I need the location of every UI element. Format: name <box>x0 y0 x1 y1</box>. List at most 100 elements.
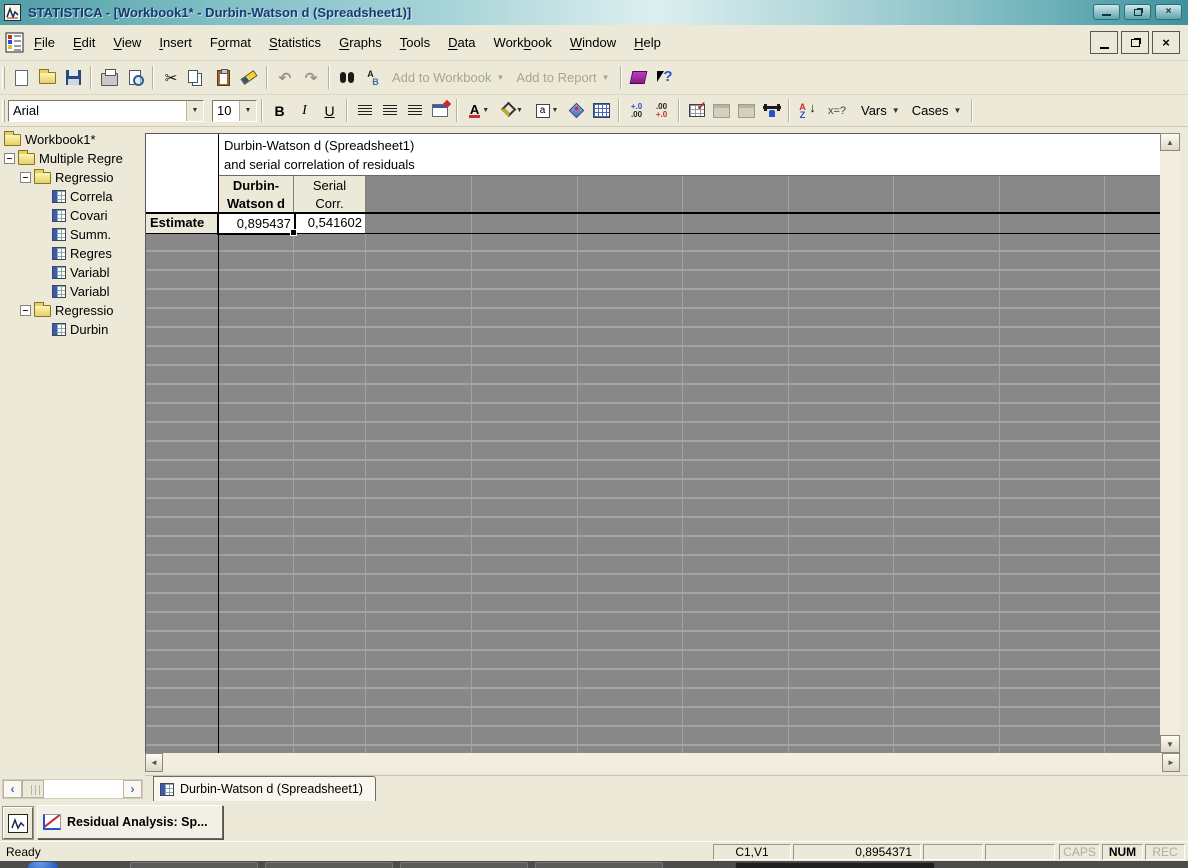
close-button[interactable]: × <box>1155 4 1182 20</box>
empty-cell[interactable] <box>894 499 1000 516</box>
empty-column-header[interactable] <box>1000 176 1105 214</box>
empty-cell[interactable] <box>146 404 219 421</box>
empty-cell[interactable] <box>894 423 1000 440</box>
empty-cell[interactable] <box>294 309 366 326</box>
empty-cell[interactable] <box>146 556 219 573</box>
empty-cell[interactable] <box>1000 708 1105 725</box>
empty-cell[interactable] <box>146 347 219 364</box>
empty-cell[interactable] <box>683 651 789 668</box>
empty-cell[interactable] <box>683 423 789 440</box>
tree-horizontal-scrollbar[interactable]: ‹ › <box>2 779 143 799</box>
empty-cell[interactable] <box>294 746 366 753</box>
empty-cell[interactable] <box>472 252 578 269</box>
empty-cell[interactable] <box>472 613 578 630</box>
empty-cell[interactable] <box>789 309 894 326</box>
empty-cell[interactable] <box>789 651 894 668</box>
empty-cell[interactable] <box>683 366 789 383</box>
empty-cell[interactable] <box>1105 575 1160 592</box>
empty-cell[interactable] <box>219 480 294 497</box>
empty-cell[interactable] <box>472 385 578 402</box>
empty-cell[interactable] <box>578 556 683 573</box>
empty-cell[interactable] <box>366 366 472 383</box>
empty-cell[interactable] <box>219 290 294 307</box>
empty-cell[interactable] <box>472 423 578 440</box>
menu-tools[interactable]: Tools <box>391 31 439 54</box>
tree-collapse-icon[interactable] <box>4 153 15 164</box>
empty-cell[interactable] <box>789 594 894 611</box>
column-header-serial-corr[interactable]: Serial Corr. <box>294 176 366 214</box>
empty-cell[interactable] <box>683 290 789 307</box>
empty-cell[interactable] <box>472 309 578 326</box>
empty-cell[interactable] <box>294 252 366 269</box>
empty-cell[interactable] <box>219 632 294 649</box>
empty-cell[interactable] <box>1000 613 1105 630</box>
restore-button[interactable] <box>1124 4 1151 20</box>
toolbar-grip[interactable] <box>2 66 5 89</box>
empty-cell[interactable] <box>146 385 219 402</box>
empty-cell[interactable] <box>894 404 1000 421</box>
empty-cell[interactable] <box>366 613 472 630</box>
cut-icon[interactable]: ✂ <box>158 65 184 90</box>
empty-cell[interactable] <box>578 499 683 516</box>
empty-cell[interactable] <box>146 537 219 554</box>
font-size-select[interactable]: 10 ▼ <box>212 99 257 122</box>
empty-cell[interactable] <box>219 309 294 326</box>
column-header-durbin-watson[interactable]: Durbin- Watson d <box>219 176 294 214</box>
empty-cell[interactable] <box>219 385 294 402</box>
empty-cell[interactable] <box>1000 442 1105 459</box>
empty-cell[interactable] <box>472 594 578 611</box>
empty-cell[interactable] <box>578 670 683 687</box>
empty-cell[interactable] <box>294 328 366 345</box>
empty-cell[interactable] <box>366 404 472 421</box>
menu-window[interactable]: Window <box>561 31 625 54</box>
empty-cell[interactable] <box>1105 651 1160 668</box>
empty-cell[interactable] <box>1000 233 1105 250</box>
empty-cell[interactable] <box>789 632 894 649</box>
empty-cell[interactable] <box>146 499 219 516</box>
empty-cell[interactable] <box>894 328 1000 345</box>
save-icon[interactable] <box>60 65 86 90</box>
empty-cell[interactable] <box>894 309 1000 326</box>
empty-cell[interactable] <box>219 442 294 459</box>
tag-icon[interactable] <box>564 99 589 123</box>
empty-cell[interactable] <box>1105 366 1160 383</box>
empty-cell[interactable] <box>472 233 578 250</box>
empty-cell[interactable] <box>578 594 683 611</box>
empty-cell[interactable] <box>219 727 294 744</box>
copy-icon[interactable] <box>184 65 210 90</box>
empty-cell[interactable] <box>1105 746 1160 753</box>
empty-cell[interactable] <box>1105 442 1160 459</box>
variable-specs-button[interactable]: x=? <box>819 99 855 123</box>
empty-cell[interactable] <box>146 366 219 383</box>
empty-cell[interactable] <box>1000 689 1105 706</box>
empty-cell[interactable] <box>366 347 472 364</box>
empty-cell[interactable] <box>894 214 1000 233</box>
scroll-up-icon[interactable]: ▲ <box>1160 133 1180 151</box>
statistica-start-button[interactable] <box>3 807 33 839</box>
empty-cell[interactable] <box>578 746 683 753</box>
empty-cell[interactable] <box>894 670 1000 687</box>
empty-cell[interactable] <box>789 442 894 459</box>
empty-cell[interactable] <box>1105 214 1160 233</box>
empty-cell[interactable] <box>366 423 472 440</box>
empty-cell[interactable] <box>146 309 219 326</box>
empty-cell[interactable] <box>1105 309 1160 326</box>
empty-cell[interactable] <box>1000 347 1105 364</box>
empty-cell[interactable] <box>472 328 578 345</box>
empty-cell[interactable] <box>1105 670 1160 687</box>
empty-cell[interactable] <box>683 670 789 687</box>
empty-cell[interactable] <box>683 746 789 753</box>
empty-cell[interactable] <box>1000 727 1105 744</box>
empty-cell[interactable] <box>894 708 1000 725</box>
add-to-report-button[interactable]: Add to Report ▼ <box>510 65 615 90</box>
align-right-icon[interactable] <box>402 99 427 123</box>
empty-cell[interactable] <box>1105 328 1160 345</box>
empty-cell[interactable] <box>578 537 683 554</box>
add-to-workbook-button[interactable]: Add to Workbook ▼ <box>386 65 510 90</box>
empty-cell[interactable] <box>219 423 294 440</box>
empty-cell[interactable] <box>366 252 472 269</box>
empty-cell[interactable] <box>146 290 219 307</box>
empty-cell[interactable] <box>1105 727 1160 744</box>
empty-cell[interactable] <box>294 556 366 573</box>
empty-cell[interactable] <box>683 252 789 269</box>
